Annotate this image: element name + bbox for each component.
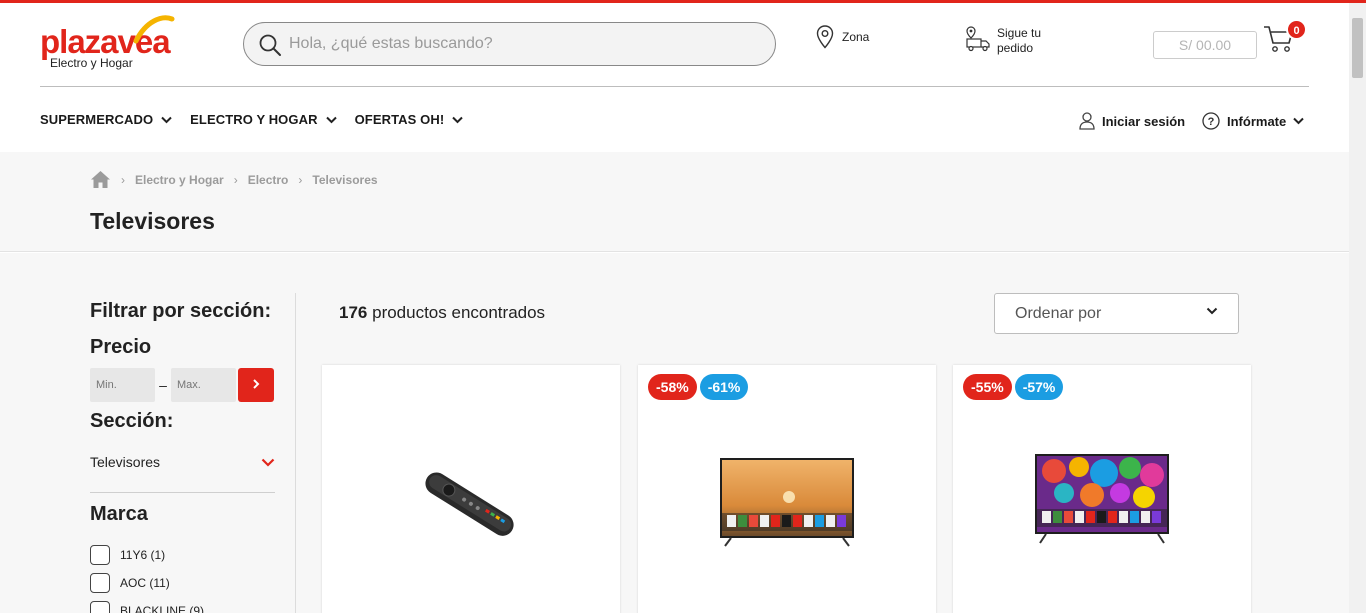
nav-item-supermercado[interactable]: SUPERMERCADO bbox=[40, 112, 172, 127]
section-filter-item[interactable]: Televisores bbox=[90, 454, 275, 470]
price-apply-button[interactable] bbox=[238, 368, 274, 402]
price-min-input[interactable] bbox=[90, 368, 155, 402]
logo-arc-icon bbox=[133, 15, 175, 44]
nav-label: ELECTRO Y HOGAR bbox=[190, 112, 318, 127]
breadcrumb-item[interactable]: Electro y Hogar bbox=[135, 173, 224, 187]
breadcrumb-separator-icon: › bbox=[298, 172, 303, 187]
discount-badge: -58% bbox=[648, 374, 697, 400]
top-accent-bar bbox=[0, 0, 1366, 3]
brand-label: BLACKLINE (9) bbox=[120, 604, 205, 613]
sort-dropdown[interactable]: Ordenar por bbox=[994, 293, 1239, 334]
zona-selector[interactable]: Zona bbox=[816, 25, 869, 49]
chevron-down-icon bbox=[261, 458, 275, 467]
breadcrumb-separator-icon: › bbox=[233, 172, 238, 187]
track-order-link[interactable]: Sigue tu pedido bbox=[965, 26, 1057, 56]
main-nav: SUPERMERCADO ELECTRO Y HOGAR OFERTAS OH! bbox=[40, 112, 464, 127]
scrollbar-thumb[interactable] bbox=[1352, 18, 1363, 78]
search-bar[interactable] bbox=[243, 22, 776, 66]
brand-list: 11Y6 (1) AOC (11) BLACKLINE (9) bbox=[90, 541, 204, 613]
tv-remote-image[interactable] bbox=[414, 465, 524, 545]
brand-option[interactable]: BLACKLINE (9) bbox=[90, 597, 204, 613]
header-divider bbox=[40, 86, 1309, 87]
product-card[interactable]: -55% -57% bbox=[953, 365, 1251, 613]
breadcrumb: › Electro y Hogar › Electro › Televisore… bbox=[90, 170, 378, 189]
product-card[interactable]: -58% -61% bbox=[638, 365, 936, 613]
brand-option[interactable]: 11Y6 (1) bbox=[90, 541, 204, 569]
section-filter-title: Sección: bbox=[90, 410, 174, 432]
user-icon bbox=[1079, 112, 1095, 130]
location-pin-icon bbox=[816, 25, 834, 49]
brand-filter-title: Marca bbox=[90, 503, 148, 525]
price-filter: – bbox=[90, 368, 274, 402]
zona-label: Zona bbox=[842, 30, 870, 44]
sort-label: Ordenar por bbox=[1015, 305, 1102, 322]
chevron-down-icon bbox=[325, 116, 337, 123]
checkbox[interactable] bbox=[90, 601, 110, 613]
logo-subtitle: Electro y Hogar bbox=[50, 56, 133, 70]
chevron-right-icon bbox=[253, 379, 260, 389]
brand-option[interactable]: AOC (11) bbox=[90, 569, 204, 597]
chevron-down-icon bbox=[452, 116, 464, 123]
discount-badges: -55% -57% bbox=[963, 374, 1064, 400]
nav-label: OFERTAS OH! bbox=[354, 112, 445, 127]
results-count-label: productos encontrados bbox=[372, 303, 546, 322]
results-count-number: 176 bbox=[339, 303, 368, 322]
checkbox[interactable] bbox=[90, 573, 110, 593]
brand-label: 11Y6 (1) bbox=[120, 548, 166, 562]
page-title: Televisores bbox=[90, 208, 215, 234]
chevron-down-icon bbox=[1206, 307, 1218, 315]
sidebar-vertical-divider bbox=[295, 293, 296, 613]
svg-text:?: ? bbox=[1208, 116, 1215, 128]
breadcrumb-band: › Electro y Hogar › Electro › Televisore… bbox=[0, 152, 1349, 252]
sidebar-divider bbox=[90, 492, 275, 493]
search-icon[interactable] bbox=[258, 33, 282, 57]
cart-total[interactable]: S/ 00.00 bbox=[1153, 31, 1257, 59]
help-circle-icon: ? bbox=[1202, 112, 1220, 130]
login-link[interactable]: Iniciar sesión bbox=[1079, 112, 1185, 130]
discount-badges: -58% -61% bbox=[648, 374, 749, 400]
login-label: Iniciar sesión bbox=[1102, 113, 1186, 129]
discount-badge: -55% bbox=[963, 374, 1012, 400]
discount-badge: -61% bbox=[699, 374, 749, 400]
chevron-down-icon bbox=[161, 116, 172, 123]
breadcrumb-separator-icon: › bbox=[121, 172, 125, 187]
product-card[interactable] bbox=[322, 365, 620, 613]
nav-item-ofertas-oh[interactable]: OFERTAS OH! bbox=[355, 112, 464, 127]
page-scrollbar[interactable] bbox=[1349, 3, 1366, 613]
plazavea-logo[interactable]: plazavea Electro y Hogar bbox=[40, 15, 180, 73]
price-dash: – bbox=[159, 377, 167, 393]
tv-colorful-image[interactable] bbox=[1034, 453, 1170, 545]
filter-title: Filtrar por sección: bbox=[90, 300, 272, 322]
tv-landscape-image[interactable] bbox=[719, 457, 855, 547]
discount-badge: -57% bbox=[1014, 374, 1064, 400]
section-filter-label: Televisores bbox=[90, 454, 161, 470]
brand-label: AOC (11) bbox=[120, 576, 170, 590]
breadcrumb-item-current[interactable]: Televisores bbox=[312, 173, 377, 187]
home-icon[interactable] bbox=[90, 170, 111, 189]
chevron-down-icon bbox=[1293, 117, 1304, 125]
breadcrumb-item[interactable]: Electro bbox=[248, 173, 289, 187]
nav-label: SUPERMERCADO bbox=[40, 112, 154, 127]
informate-menu[interactable]: ? Infórmate bbox=[1202, 112, 1304, 130]
cart-count-badge: 0 bbox=[1286, 19, 1307, 40]
track-order-label: Sigue tu pedido bbox=[997, 26, 1042, 55]
nav-item-electro-hogar[interactable]: ELECTRO Y HOGAR bbox=[190, 112, 337, 127]
search-input[interactable] bbox=[289, 29, 759, 59]
results-count: 176 productos encontrados bbox=[339, 303, 545, 323]
price-max-input[interactable] bbox=[171, 368, 236, 402]
price-filter-title: Precio bbox=[90, 336, 152, 358]
informate-label: Infórmate bbox=[1227, 113, 1287, 129]
checkbox[interactable] bbox=[90, 545, 110, 565]
delivery-truck-icon bbox=[966, 26, 990, 52]
